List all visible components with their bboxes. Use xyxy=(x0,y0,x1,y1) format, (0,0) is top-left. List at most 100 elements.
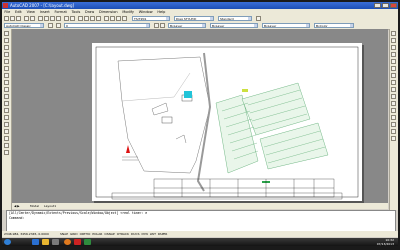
color-combo[interactable]: ByLayer xyxy=(168,23,206,28)
print-icon[interactable] xyxy=(24,16,29,21)
gradient-icon[interactable] xyxy=(4,129,9,134)
clock-date: 07/13/2013 xyxy=(376,242,394,246)
make-current-icon[interactable] xyxy=(154,23,159,28)
ducs-toggle[interactable]: DUCS xyxy=(131,231,140,237)
paper-toggle[interactable]: PAPER xyxy=(158,231,167,237)
polygon-icon[interactable] xyxy=(4,52,9,57)
textstyle-combo[interactable]: TS/TZ01 xyxy=(132,16,170,21)
layer-previous-icon[interactable] xyxy=(160,23,165,28)
plotstyle-combo[interactable]: ByColor xyxy=(314,23,354,28)
hatch-icon[interactable] xyxy=(4,122,9,127)
extend-icon[interactable] xyxy=(391,101,396,106)
workspace-combo[interactable]: AutoCAD Classic xyxy=(4,23,44,28)
layout-tabs: ◀ ▶ Model Layout1 xyxy=(12,203,388,209)
rectangle-icon[interactable] xyxy=(4,59,9,64)
explode-icon[interactable] xyxy=(391,136,396,141)
grid-toggle[interactable]: GRID xyxy=(70,231,78,237)
lwt-toggle[interactable]: LWT xyxy=(150,231,156,237)
polyline-icon[interactable] xyxy=(4,45,9,50)
clock[interactable]: 10:32 07/13/2013 xyxy=(377,238,394,246)
start-orb-icon[interactable] xyxy=(4,239,11,245)
ortho-toggle[interactable]: ORTHO xyxy=(80,231,91,237)
dimstyle-combo[interactable]: Diag STYLE/D xyxy=(174,16,214,21)
linetype-combo[interactable]: ByLayer xyxy=(210,23,258,28)
arc-icon[interactable] xyxy=(4,66,9,71)
osnap-toggle[interactable]: OSNAP xyxy=(104,231,114,237)
make-block-icon[interactable] xyxy=(4,108,9,113)
scale-icon[interactable] xyxy=(391,80,396,85)
match-properties-icon[interactable] xyxy=(56,16,61,21)
help-icon[interactable] xyxy=(122,16,127,21)
copy-object-icon[interactable] xyxy=(391,38,396,43)
construction-line-icon[interactable] xyxy=(4,38,9,43)
site-plan-drawing xyxy=(95,46,359,200)
join-icon[interactable] xyxy=(391,115,396,120)
workspace-settings-icon[interactable] xyxy=(48,23,53,28)
stretch-icon[interactable] xyxy=(391,87,396,92)
undo-icon[interactable] xyxy=(64,16,69,21)
drawing-area[interactable] xyxy=(12,29,388,203)
offset-icon[interactable] xyxy=(391,52,396,57)
point-icon[interactable] xyxy=(4,115,9,120)
tab-layout1[interactable]: Layout1 xyxy=(44,203,56,209)
redo-icon[interactable] xyxy=(70,16,75,21)
multiline-text-icon[interactable] xyxy=(4,150,9,155)
preview-icon[interactable] xyxy=(30,16,35,21)
pool-block xyxy=(184,91,192,98)
layer-manager-icon[interactable] xyxy=(56,23,61,28)
minimize-button[interactable] xyxy=(374,3,381,8)
dyn-toggle[interactable]: DYN xyxy=(141,231,147,237)
command-window[interactable]: [All/Center/Dynamic/Extents/Previous/Sca… xyxy=(6,210,396,233)
properties-icon[interactable] xyxy=(104,16,109,21)
open-file-icon[interactable] xyxy=(10,16,15,21)
table-icon[interactable] xyxy=(4,143,9,148)
save-icon[interactable] xyxy=(16,16,21,21)
circle-icon[interactable] xyxy=(4,73,9,78)
copy-icon[interactable] xyxy=(44,16,49,21)
media-icon[interactable] xyxy=(52,239,59,245)
line-icon[interactable] xyxy=(4,31,9,36)
trim-icon[interactable] xyxy=(391,94,396,99)
table-style-icon[interactable] xyxy=(256,16,261,21)
autocad-app-icon[interactable] xyxy=(3,3,8,8)
tab-nav-icon[interactable]: ◀ ▶ xyxy=(14,203,20,209)
layer-combo[interactable]: 0 xyxy=(64,23,150,28)
region-icon[interactable] xyxy=(4,136,9,141)
rotate-icon[interactable] xyxy=(391,73,396,78)
snap-toggle[interactable]: SNAP xyxy=(60,231,68,237)
erase-icon[interactable] xyxy=(391,31,396,36)
tool-palettes-icon[interactable] xyxy=(116,16,121,21)
move-icon[interactable] xyxy=(391,66,396,71)
explorer-icon[interactable] xyxy=(42,239,49,245)
autocad-taskbar-icon[interactable] xyxy=(74,239,81,245)
ie-icon[interactable] xyxy=(32,239,39,245)
zoom-realtime-icon[interactable] xyxy=(84,16,89,21)
firefox-icon[interactable] xyxy=(64,239,71,245)
paste-icon[interactable] xyxy=(50,16,55,21)
zoom-window-icon[interactable] xyxy=(90,16,95,21)
cut-icon[interactable] xyxy=(38,16,43,21)
design-center-icon[interactable] xyxy=(110,16,115,21)
maximize-button[interactable] xyxy=(382,3,389,8)
close-button[interactable] xyxy=(390,3,397,8)
array-icon[interactable] xyxy=(391,59,396,64)
excel-icon[interactable] xyxy=(84,239,91,245)
insert-block-icon[interactable] xyxy=(4,101,9,106)
mirror-icon[interactable] xyxy=(391,45,396,50)
chamfer-icon[interactable] xyxy=(391,122,396,127)
revision-cloud-icon[interactable] xyxy=(4,80,9,85)
ellipse-icon[interactable] xyxy=(4,94,9,99)
polar-toggle[interactable]: POLAR xyxy=(92,231,102,237)
new-file-icon[interactable] xyxy=(4,16,9,21)
break-icon[interactable] xyxy=(391,108,396,113)
tab-model[interactable]: Model xyxy=(30,203,39,209)
pan-icon[interactable] xyxy=(78,16,83,21)
fillet-icon[interactable] xyxy=(391,129,396,134)
command-prompt[interactable]: Command: xyxy=(7,216,395,221)
lineweight-combo[interactable]: ByLayer xyxy=(262,23,310,28)
spline-icon[interactable] xyxy=(4,87,9,92)
zoom-previous-icon[interactable] xyxy=(96,16,101,21)
windows-taskbar: 10:32 07/13/2013 xyxy=(2,238,398,246)
otrack-toggle[interactable]: OTRACK xyxy=(117,231,129,237)
tablestyle-combo[interactable]: Standard xyxy=(218,16,252,21)
